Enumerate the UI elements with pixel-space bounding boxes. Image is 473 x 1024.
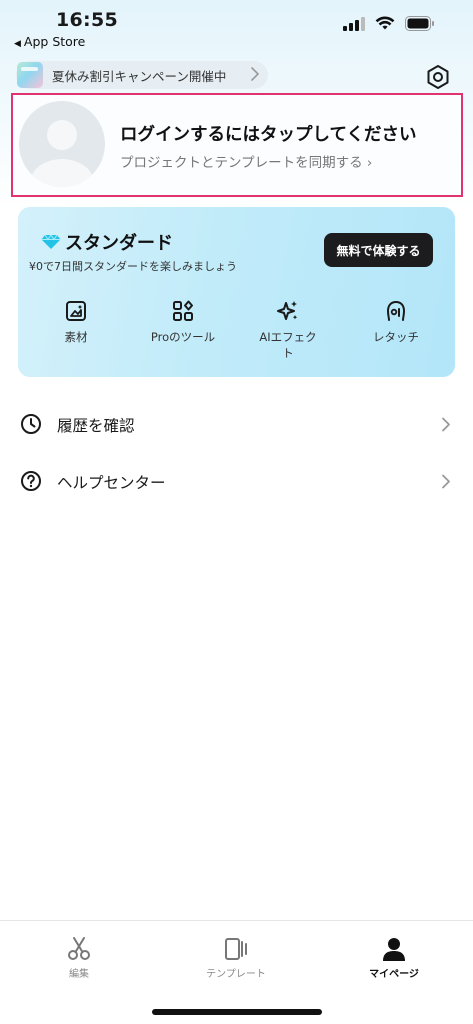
feature-ai-effect[interactable]: AIエフェク ト <box>248 299 328 361</box>
menu-item-label: ヘルプセンター <box>57 474 166 492</box>
back-arrow-icon: ◀ <box>14 39 21 49</box>
tab-label: マイページ <box>369 969 419 980</box>
standard-plan-card[interactable]: スタンダード ¥0で7日間スタンダードを楽しみましょう 無料で体験する 素材 P… <box>18 207 455 377</box>
feature-label: 素材 <box>64 330 88 344</box>
feature-pro-tools[interactable]: Proのツール <box>143 299 223 345</box>
promo-banner[interactable]: 夏休み割引キャンペーン開催中 <box>16 61 268 89</box>
default-avatar-icon <box>30 120 94 187</box>
history-clock-icon <box>21 414 41 434</box>
retouch-face-icon <box>386 301 406 321</box>
login-prompt-title: ログインするにはタップしてください <box>120 125 417 145</box>
menu-item-help-center[interactable]: ヘルプセンター <box>0 461 473 501</box>
feature-label: Proのツール <box>150 330 216 344</box>
standard-title-row: スタンダード <box>41 229 173 255</box>
tab-template[interactable]: テンプレート <box>181 935 291 980</box>
standard-title: スタンダード <box>65 233 173 254</box>
wifi-icon <box>375 16 395 30</box>
status-icons <box>343 16 435 31</box>
ai-effect-sparkle-icon <box>277 301 298 320</box>
diamond-icon <box>41 234 61 249</box>
menu-item-label: 履歴を確認 <box>57 417 135 435</box>
chevron-right-icon <box>442 417 450 432</box>
tab-my-page[interactable]: マイページ <box>339 935 449 980</box>
battery-icon <box>405 16 434 31</box>
status-bar: 16:55 ◀ App Store <box>0 0 473 52</box>
help-question-icon <box>21 471 41 491</box>
avatar-placeholder <box>19 101 105 187</box>
sync-subtitle: プロジェクトとテンプレートを同期する › <box>120 155 373 171</box>
settings-gear-icon[interactable] <box>425 64 451 90</box>
cellular-signal-icon <box>343 16 365 31</box>
free-trial-button[interactable]: 無料で体験する <box>324 233 433 267</box>
scissors-icon <box>68 937 90 960</box>
back-to-app-store-link[interactable]: ◀ App Store <box>14 34 85 49</box>
template-icon <box>225 938 247 960</box>
tab-label: 編集 <box>69 969 89 980</box>
tab-label: テンプレート <box>206 969 266 980</box>
feature-material[interactable]: 素材 <box>36 299 116 345</box>
promo-text: 夏休み割引キャンペーン開催中 <box>52 68 227 84</box>
tab-edit[interactable]: 編集 <box>24 935 134 980</box>
chevron-right-icon <box>251 67 259 81</box>
feature-retouch[interactable]: レタッチ <box>356 299 436 345</box>
menu-item-history[interactable]: 履歴を確認 <box>0 404 473 444</box>
material-image-icon <box>66 301 86 321</box>
feature-label: AIエフェク ト <box>259 330 317 360</box>
status-time: 16:55 <box>56 9 118 31</box>
standard-subtitle: ¥0で7日間スタンダードを楽しみましょう <box>29 260 237 273</box>
feature-label: レタッチ <box>373 330 419 344</box>
login-card[interactable]: ログインするにはタップしてください プロジェクトとテンプレートを同期する › <box>11 93 463 197</box>
promo-thumbnail <box>17 62 43 88</box>
person-icon <box>383 938 405 961</box>
back-app-label: App Store <box>23 34 86 49</box>
home-indicator <box>152 1009 322 1015</box>
pro-tools-grid-icon <box>173 300 193 321</box>
chevron-right-icon <box>442 474 450 489</box>
